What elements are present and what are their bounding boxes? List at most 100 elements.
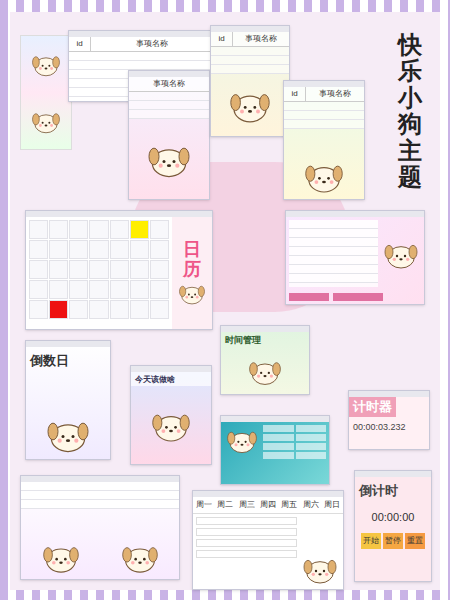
table-row[interactable] — [289, 247, 378, 256]
table-row[interactable] — [289, 229, 378, 238]
table-row[interactable] — [211, 56, 289, 65]
table-header: 事项名称 — [129, 77, 209, 92]
table-row[interactable] — [69, 61, 212, 70]
calendar-cell[interactable] — [49, 240, 68, 259]
title-bar — [221, 326, 309, 332]
collage: id事项名称事项名称id事项名称id事项名称快乐小狗主题日历倒数日今天该做啥时间… — [0, 0, 450, 600]
calendar-cell[interactable] — [130, 240, 149, 259]
puppy-icon — [381, 237, 421, 271]
puppy-icon — [301, 157, 347, 195]
table-row[interactable] — [211, 65, 289, 74]
button[interactable] — [289, 293, 329, 301]
column-header: 事项名称 — [306, 87, 364, 101]
table-row[interactable] — [284, 111, 364, 120]
table-row[interactable] — [289, 238, 378, 247]
calendar-cell[interactable] — [110, 260, 129, 279]
field[interactable] — [296, 434, 327, 441]
list-window — [285, 210, 425, 305]
calendar-cell[interactable] — [150, 280, 169, 299]
table-row[interactable] — [289, 220, 378, 229]
calendar-cell[interactable] — [89, 260, 108, 279]
time-manage-window: 时间管理 — [220, 325, 310, 395]
calendar-cell[interactable] — [89, 280, 108, 299]
calendar-cell[interactable] — [150, 220, 169, 239]
weekly-window: 周一周二周三周四周五周六周日 — [192, 490, 344, 590]
calendar-window: 日历 — [25, 210, 213, 330]
calendar-cell[interactable] — [150, 260, 169, 279]
puppy-icon — [176, 280, 208, 306]
puppy-icon — [245, 355, 285, 387]
timer-button[interactable]: 重置 — [405, 533, 425, 549]
timer-button[interactable]: 暂停 — [383, 533, 403, 549]
table-row[interactable] — [21, 491, 179, 500]
todo-window: id事项名称 — [210, 25, 290, 137]
calendar-cell[interactable] — [69, 300, 88, 319]
title-bar — [355, 471, 431, 477]
calendar-cell[interactable] — [49, 300, 68, 319]
calendar-cell[interactable] — [89, 240, 108, 259]
calendar-cell[interactable] — [110, 300, 129, 319]
table-row[interactable] — [129, 92, 209, 101]
calendar-cell[interactable] — [130, 260, 149, 279]
calendar-cell[interactable] — [89, 220, 108, 239]
table-row[interactable] — [21, 500, 179, 509]
window-title: 计时器 — [349, 397, 396, 417]
calendar-cell[interactable] — [130, 300, 149, 319]
field[interactable] — [196, 550, 297, 558]
table-row[interactable] — [211, 47, 289, 56]
calendar-cell[interactable] — [69, 280, 88, 299]
calendar-cell[interactable] — [29, 260, 48, 279]
field[interactable] — [296, 452, 327, 459]
field[interactable] — [196, 528, 297, 536]
button[interactable] — [333, 293, 383, 301]
calendar-cell[interactable] — [89, 300, 108, 319]
table-row[interactable] — [284, 102, 364, 111]
weekday: 周四 — [260, 499, 276, 511]
calendar-cell[interactable] — [29, 280, 48, 299]
image-card — [20, 35, 72, 150]
table-row[interactable] — [289, 256, 378, 265]
table-row[interactable] — [69, 52, 212, 61]
field[interactable] — [296, 425, 327, 432]
window-title: 倒数日 — [26, 347, 110, 371]
field[interactable] — [196, 539, 297, 547]
calendar-cell[interactable] — [29, 300, 48, 319]
calendar-cell[interactable] — [49, 280, 68, 299]
field[interactable] — [263, 443, 294, 450]
calendar-cell[interactable] — [69, 240, 88, 259]
puppy-icon — [29, 50, 63, 78]
calendar-cell[interactable] — [110, 220, 129, 239]
field[interactable] — [263, 434, 294, 441]
calendar-cell[interactable] — [130, 280, 149, 299]
field[interactable] — [263, 452, 294, 459]
calendar-cell[interactable] — [150, 240, 169, 259]
calendar-cell[interactable] — [110, 240, 129, 259]
calendar-cell[interactable] — [49, 260, 68, 279]
calendar-cell[interactable] — [49, 220, 68, 239]
calendar-cell[interactable] — [69, 260, 88, 279]
table-row[interactable] — [284, 120, 364, 129]
column-header: id — [211, 32, 233, 46]
table-row[interactable] — [21, 482, 179, 491]
table-row[interactable] — [289, 274, 378, 283]
field[interactable] — [196, 517, 297, 525]
table-row[interactable] — [129, 101, 209, 110]
page-title: 快乐小狗主题 — [398, 32, 422, 190]
calendar-cell[interactable] — [130, 220, 149, 239]
calendar-cell[interactable] — [110, 280, 129, 299]
field[interactable] — [296, 443, 327, 450]
table-row[interactable] — [289, 265, 378, 274]
table-row[interactable] — [129, 110, 209, 119]
column-header: 事项名称 — [233, 32, 289, 46]
field[interactable] — [263, 425, 294, 432]
timer-button[interactable]: 开始 — [361, 533, 381, 549]
calendar-cell[interactable] — [69, 220, 88, 239]
calendar-cell[interactable] — [29, 220, 48, 239]
window-title: 今天该做啥 — [131, 372, 211, 386]
weekday: 周五 — [281, 499, 297, 511]
weekday: 周二 — [217, 499, 233, 511]
weekday: 周六 — [303, 499, 319, 511]
calendar-cell[interactable] — [150, 300, 169, 319]
column-header: id — [69, 37, 91, 51]
calendar-cell[interactable] — [29, 240, 48, 259]
